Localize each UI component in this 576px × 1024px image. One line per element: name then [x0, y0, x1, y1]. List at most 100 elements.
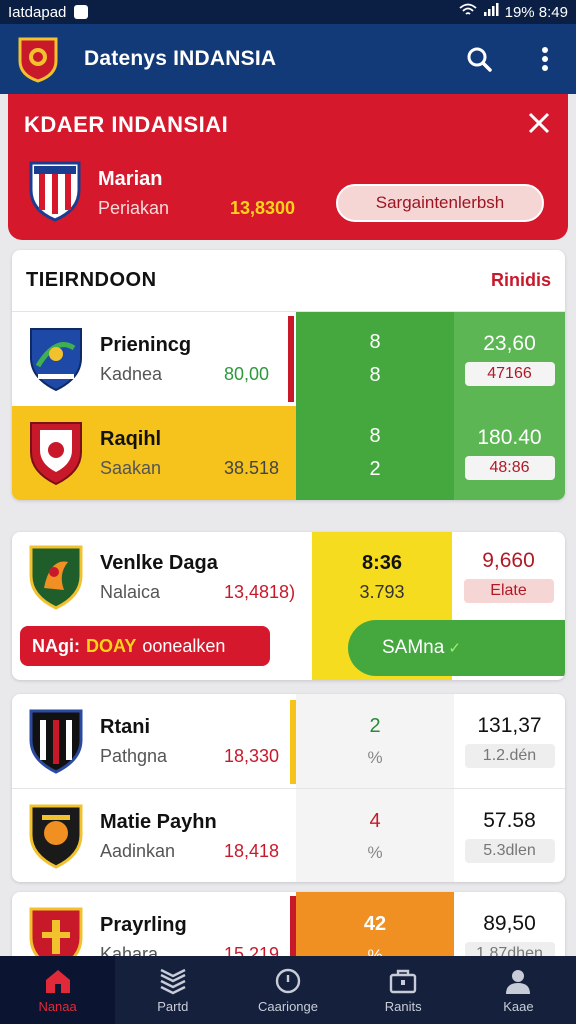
notification-icon: [74, 5, 89, 19]
odds-badge: 5.3dlen: [464, 839, 555, 863]
odds-badge: 48:86: [464, 456, 555, 480]
team-name: Matie Payhn: [100, 811, 217, 833]
close-icon[interactable]: [524, 108, 554, 138]
nav-partd[interactable]: Partd: [115, 956, 230, 1024]
team-name: Rtani: [100, 716, 150, 738]
status-right-text: 19% 8:49: [504, 3, 568, 21]
featured-banner: KDAER INDANSIAI Marian Periakan 13,8300 …: [8, 94, 568, 240]
score-cell: 8 8: [296, 312, 454, 406]
ranking-card: TIEIRNDOON Rinidis Prienincg Kadnea 80,0…: [12, 250, 565, 500]
banner-title: KDAER INDANSIAI: [24, 112, 229, 137]
banner-team-name: Marian: [98, 168, 163, 190]
nav-kaae[interactable]: Kaae: [461, 956, 576, 1024]
score-bottom: 3.793: [359, 582, 405, 602]
table-row[interactable]: Prienincg Kadnea 80,00 8 8 23,60 47166: [12, 312, 565, 406]
score-cell: 8 2: [296, 406, 454, 500]
match-card[interactable]: Venlke Daga Nalaica 13,4818) 8:36 3.793 …: [12, 532, 565, 680]
check-icon: ✓: [448, 640, 461, 657]
team-value: 80,00: [224, 364, 270, 384]
section-title: TIEIRNDOON: [26, 269, 157, 291]
table-row[interactable]: Raqihl Saakan 38.518 8 2 180.40 48:86: [12, 406, 565, 500]
odds-cell: 131,37 1.2.dén: [454, 694, 565, 788]
cta-label: SAMna: [382, 637, 445, 658]
score-bottom: %: [367, 842, 383, 862]
score-top: 42: [363, 912, 387, 935]
score-bottom: 8: [369, 364, 381, 386]
banner-team-sub: Periakan: [98, 198, 170, 218]
team-crest-icon: [30, 328, 82, 392]
nav-caarionge[interactable]: Caarionge: [230, 956, 345, 1024]
cta-button[interactable]: SAMna ✓: [348, 620, 565, 676]
odds-value: 23,60: [483, 332, 536, 355]
odds-value: 89,50: [483, 912, 536, 935]
score-bottom: 2: [369, 458, 381, 480]
banner-team-value: 13,8300: [230, 198, 296, 218]
nav-label: Partd: [157, 998, 189, 1014]
score-top: 8: [369, 331, 381, 353]
promo-badge[interactable]: NAgi: DOAY oonealken: [20, 626, 270, 666]
table-row[interactable]: Rtani Pathgna 18,330 2 % 131,37 1.2.dén: [12, 694, 565, 788]
score-cell: 4 %: [296, 789, 454, 882]
odds-cell: 23,60 47166: [454, 312, 565, 406]
promo-prefix: NAgi:: [32, 635, 80, 656]
odds-value: 131,37: [477, 714, 542, 737]
odds-badge: Elate: [463, 579, 554, 603]
team-crest-icon: [29, 709, 83, 774]
team-crest-icon: [29, 545, 83, 610]
team-sub: Nalaica: [100, 582, 161, 602]
team-crest-icon: [29, 161, 81, 222]
person-icon: [506, 969, 531, 994]
table-row[interactable]: Matie Payhn Aadinkan 18,418 4 % 57.58 5.…: [12, 789, 565, 882]
score-bottom: %: [367, 747, 383, 767]
more-vert-icon[interactable]: [530, 44, 560, 74]
odds-cell: 180.40 48:86: [454, 406, 565, 500]
app-title: Datenys INDANSIA: [84, 47, 277, 70]
layers-icon: [160, 968, 186, 994]
team-value: 13,4818): [224, 582, 296, 602]
briefcase-icon: [390, 969, 417, 993]
status-left-text: Iatdapad: [8, 3, 67, 21]
signal-icon: [483, 3, 499, 21]
wifi-icon: [459, 3, 477, 21]
nav-label: Kaae: [503, 998, 534, 1014]
team-sub: Pathgna: [100, 746, 168, 766]
search-icon[interactable]: [464, 44, 494, 74]
team-name: Prayrling: [100, 914, 187, 936]
status-bar: Iatdapad 19% 8:49: [0, 0, 576, 24]
match-list-card: Rtani Pathgna 18,330 2 % 131,37 1.2.dén …: [12, 694, 565, 882]
nav-home[interactable]: Nanaa: [0, 956, 116, 1024]
team-value: 18,330: [224, 746, 280, 766]
team-sub: Aadinkan: [100, 841, 176, 861]
odds-cell: 57.58 5.3dlen: [454, 789, 565, 882]
banner-action-button[interactable]: Sargaintenlerbsh: [336, 184, 544, 222]
score-top: 8: [369, 425, 381, 447]
score-top: 2: [369, 714, 381, 737]
score-top: 8:36: [361, 552, 403, 574]
nav-ranits[interactable]: Ranits: [346, 956, 461, 1024]
nav-label: Nanaa: [38, 998, 77, 1014]
team-value: 18,418: [224, 841, 280, 861]
odds-value: 180.40: [477, 426, 542, 449]
team-sub: Saakan: [100, 458, 162, 478]
odds-badge: 1.2.dén: [464, 744, 555, 768]
section-header: TIEIRNDOON Rinidis: [12, 250, 565, 312]
nav-label: Ranits: [384, 998, 422, 1014]
team-crest-icon: [29, 804, 83, 869]
section-action-link[interactable]: Rinidis: [491, 270, 551, 291]
odds-value: 9,660: [482, 549, 535, 572]
score-top: 4: [369, 809, 381, 832]
team-value: 38.518: [224, 458, 280, 478]
odds-value: 57.58: [483, 809, 536, 832]
nav-label: Caarionge: [258, 998, 318, 1014]
promo-highlight: DOAY: [86, 635, 137, 656]
bottom-nav: Nanaa Partd Caarionge Ranits Kaae: [0, 956, 576, 1024]
score-cell: 2 %: [296, 694, 454, 788]
team-name: Prienincg: [100, 334, 192, 356]
odds-badge: 47166: [464, 362, 555, 386]
team-sub: Kadnea: [100, 364, 163, 384]
compass-icon: [275, 968, 301, 993]
team-name: Raqihl: [100, 428, 162, 450]
row-divider: [288, 316, 294, 402]
promo-suffix: oonealken: [142, 635, 226, 656]
federation-logo-icon: [18, 37, 58, 83]
